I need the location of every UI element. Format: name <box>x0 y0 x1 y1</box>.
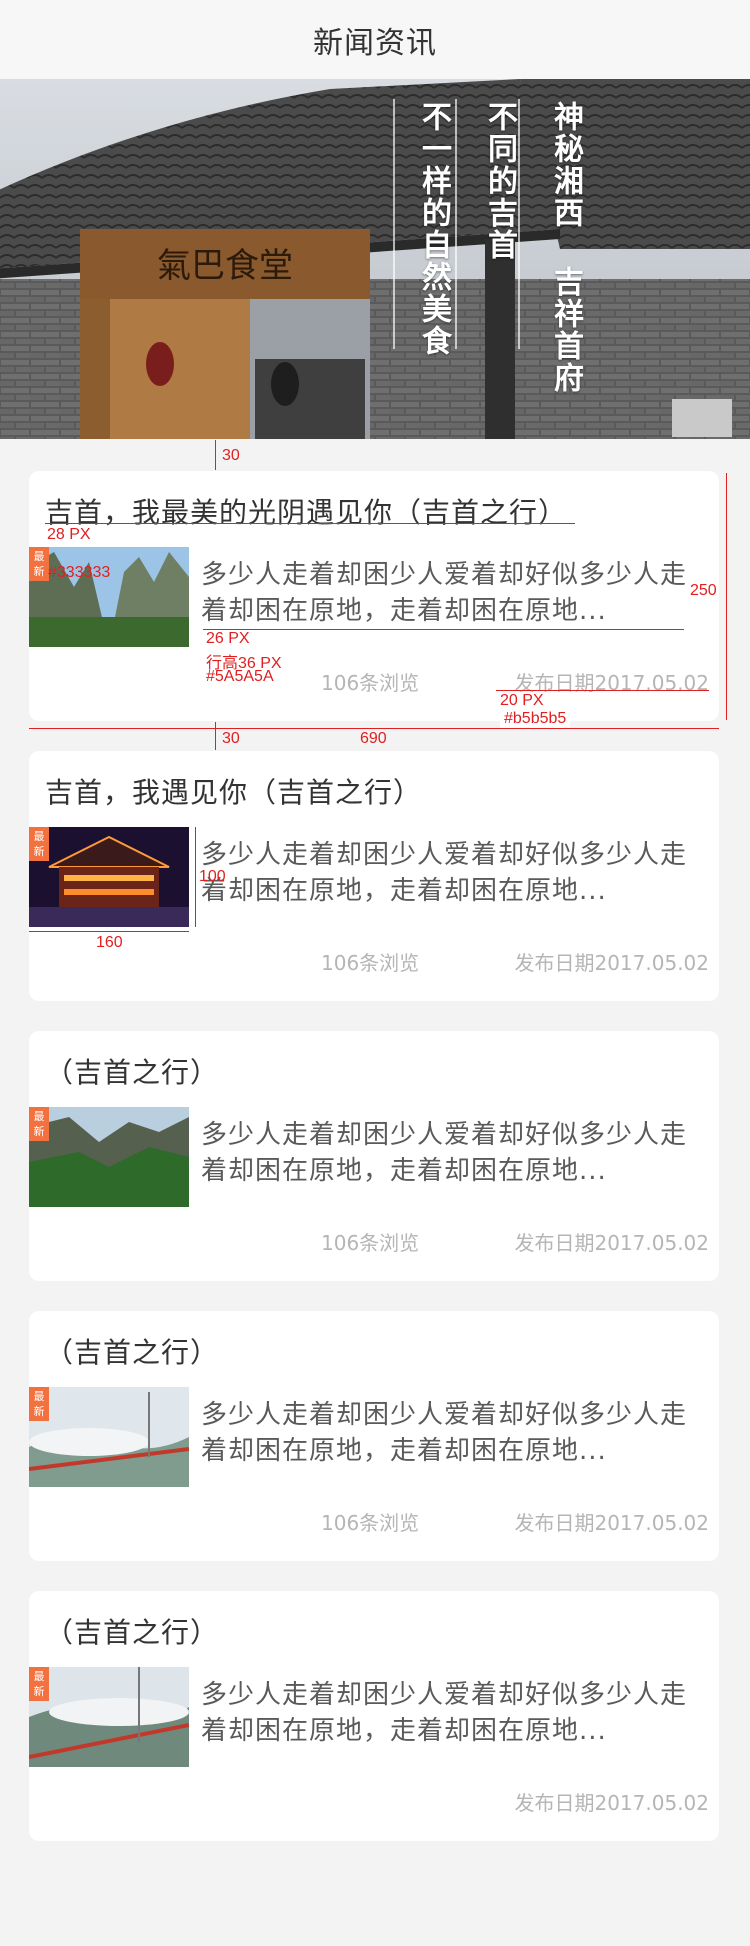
news-card[interactable]: （吉首之行） 最新 多少人走着却困少人爱着却好似多少人走着却困在原地，走着却困在… <box>29 1031 719 1281</box>
annotation-summary-size: 26 PX <box>206 630 250 647</box>
news-title[interactable]: 吉首，我遇见你（吉首之行） <box>45 771 422 811</box>
news-page: 新闻资讯 氣巴食堂 不一样的自然美食 不同的吉首 神秘湘西 吉祥首府 吉首，我最… <box>0 0 750 1946</box>
news-title[interactable]: （吉首之行） <box>45 1611 219 1651</box>
new-badge: 最新 <box>29 547 49 581</box>
annotation-line <box>726 473 727 720</box>
annotation-gap-between: 30 <box>222 730 240 747</box>
view-count: 106条浏览 <box>321 1231 420 1255</box>
publish-date: 发布日期2017.05.02 <box>514 951 709 975</box>
news-thumbnail[interactable]: 最新 <box>29 827 189 927</box>
news-thumbnail[interactable]: 最新 <box>29 1107 189 1207</box>
annotation-line <box>195 827 196 927</box>
annotation-card-height: 250 <box>690 582 717 599</box>
news-card[interactable]: （吉首之行） 最新 多少人走着却困少人爱着却好似多少人走着却困在原地，走着却困在… <box>29 1311 719 1561</box>
news-thumbnail[interactable]: 最新 <box>29 1667 189 1767</box>
news-title[interactable]: 吉首，我最美的光阴遇见你（吉首之行） <box>45 491 567 531</box>
new-badge: 最新 <box>29 1107 49 1141</box>
annotation-line <box>496 690 709 691</box>
view-count: 106条浏览 <box>321 1511 420 1535</box>
annotation-summary-color: #5A5A5A <box>206 668 274 685</box>
annotation-title-color: #333333 <box>48 564 111 581</box>
news-card[interactable]: 吉首，我最美的光阴遇见你（吉首之行） 最新 多少人走着却困少人爱着却好似多少人走… <box>29 471 719 721</box>
publish-date: 发布日期2017.05.02 <box>514 1511 709 1535</box>
annotation-line <box>215 440 216 470</box>
annotation-meta-size: 20 PX <box>500 692 544 709</box>
annotation-line <box>29 931 189 932</box>
annotation-meta-color: #b5b5b5 <box>500 710 571 728</box>
news-title[interactable]: （吉首之行） <box>45 1331 219 1371</box>
mountain-image <box>29 547 189 647</box>
publish-date: 发布日期2017.05.02 <box>514 1231 709 1255</box>
banner-divider <box>393 99 395 349</box>
publish-date: 发布日期2017.05.02 <box>514 1791 709 1815</box>
new-badge: 最新 <box>29 827 49 861</box>
news-summary: 多少人走着却困少人爱着却好似多少人走着却困在原地，走着却困在原地... <box>201 1120 688 1186</box>
canyon-image <box>29 1107 189 1207</box>
view-count: 106条浏览 <box>321 951 420 975</box>
bridge-image <box>29 1387 189 1487</box>
annotation-line <box>215 722 216 750</box>
banner-slogan-3: 不一样的自然美食 <box>416 101 451 357</box>
news-card[interactable]: （吉首之行） 最新 多少人走着却困少人爱着却好似多少人走着却困在原地，走着却困在… <box>29 1591 719 1841</box>
banner-slogan-1: 神秘湘西 吉祥首府 <box>548 101 583 394</box>
news-card[interactable]: 吉首，我遇见你（吉首之行） 最新 多少人走着却困少人爱着却好似多少人走着却困在原… <box>29 751 719 1001</box>
news-thumbnail[interactable]: 最新 <box>29 1387 189 1487</box>
news-title[interactable]: （吉首之行） <box>45 1051 219 1091</box>
news-summary: 多少人走着却困少人爱着却好似多少人走着却困在原地，走着却困在原地... <box>201 1680 688 1746</box>
sign-text: 氣巴食堂 <box>157 246 293 286</box>
top-bar: 新闻资讯 <box>0 0 750 79</box>
annotation-line <box>45 523 575 524</box>
annotation-line <box>29 728 719 729</box>
night-building-image <box>29 827 189 927</box>
page-title: 新闻资讯 <box>313 25 437 61</box>
new-badge: 最新 <box>29 1387 49 1421</box>
banner-image[interactable]: 氣巴食堂 不一样的自然美食 不同的吉首 神秘湘西 吉祥首府 <box>0 79 750 439</box>
news-summary: 多少人走着却困少人爱着却好似多少人走着却困在原地，走着却困在原地... <box>201 1400 688 1466</box>
annotation-thumb-width: 160 <box>96 934 123 951</box>
annotation-gap-top: 30 <box>222 447 240 464</box>
news-thumbnail[interactable]: 最新 <box>29 547 189 647</box>
banner-slogan-2: 不同的吉首 <box>482 101 517 261</box>
news-summary: 多少人走着却困少人爱着却好似多少人走着却困在原地，走着却困在原地... <box>201 840 688 906</box>
annotation-title-size: 28 PX <box>47 526 91 543</box>
annotation-card-width: 690 <box>360 730 387 747</box>
annotation-line <box>203 629 684 630</box>
annotation-thumb-height: 100 <box>199 868 226 885</box>
news-summary: 多少人走着却困少人爱着却好似多少人走着却困在原地，走着却困在原地... <box>201 560 688 626</box>
banner-illustration: 氣巴食堂 <box>0 79 750 439</box>
bridge-image <box>29 1667 189 1767</box>
view-count: 106条浏览 <box>321 671 420 695</box>
new-badge: 最新 <box>29 1667 49 1701</box>
